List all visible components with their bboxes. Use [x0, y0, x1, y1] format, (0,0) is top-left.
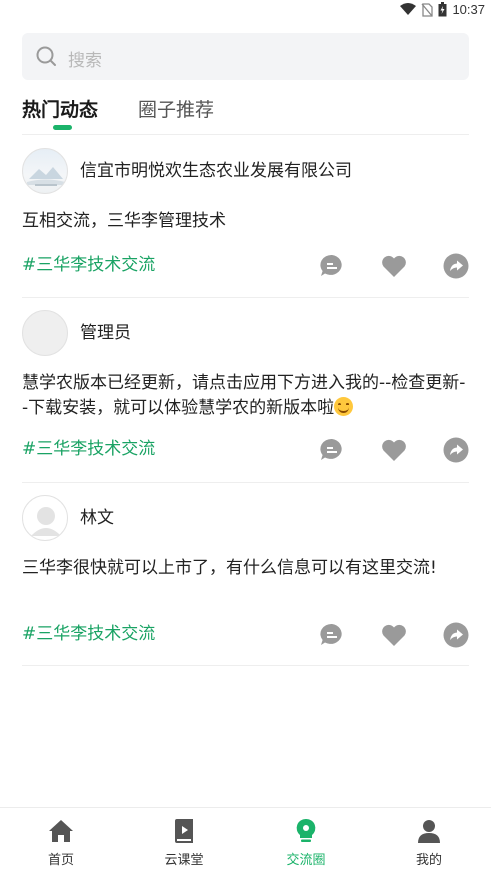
post-author[interactable]: 林文	[80, 506, 114, 530]
comment-button[interactable]	[319, 253, 345, 279]
divider	[22, 482, 469, 483]
share-button[interactable]	[443, 622, 469, 648]
nav-label: 交流圈	[286, 853, 326, 868]
comment-icon	[320, 438, 342, 460]
post-topic-tag[interactable]: #三华李技术交流	[22, 253, 155, 277]
post-actions	[319, 622, 469, 648]
heart-icon	[382, 439, 406, 461]
share-icon	[443, 253, 469, 279]
post-card[interactable]: 林文 三华李很快就可以上市了，有什么信息可以有这里交流! #三华李技术交流	[22, 494, 469, 664]
share-button[interactable]	[443, 437, 469, 463]
comment-button[interactable]	[319, 622, 345, 648]
tab-hot-posts[interactable]: 热门动态	[22, 97, 98, 123]
post-content[interactable]: 慧学农版本已经更新，请点击应用下方进入我的--检查更新--下载安装，就可以体验慧…	[22, 371, 469, 421]
book-icon	[175, 819, 193, 843]
avatar[interactable]	[22, 148, 68, 194]
status-time: 10:37	[452, 2, 485, 17]
like-button[interactable]	[381, 437, 407, 463]
home-icon	[49, 820, 73, 842]
post-author[interactable]: 管理员	[80, 321, 131, 345]
bulb-icon	[296, 818, 316, 842]
nav-label: 云课堂	[164, 853, 204, 868]
tab-bar: 热门动态 圈子推荐	[22, 97, 469, 133]
post-card[interactable]: 信宜市明悦欢生态农业发展有限公司 互相交流，三华李管理技术 #三华李技术交流	[22, 147, 469, 297]
like-button[interactable]	[381, 253, 407, 279]
nav-item-home[interactable]: 首页	[0, 808, 122, 874]
search-icon	[36, 46, 56, 66]
landscape-logo-icon	[27, 167, 65, 186]
wifi-icon	[400, 3, 417, 15]
post-actions	[319, 253, 469, 279]
post-card[interactable]: 管理员 慧学农版本已经更新，请点击应用下方进入我的--检查更新--下载安装，就可…	[22, 309, 469, 483]
search-placeholder: 搜索	[68, 51, 102, 71]
post-topic-tag[interactable]: #三华李技术交流	[22, 622, 155, 646]
avatar[interactable]	[22, 495, 68, 541]
comment-icon	[320, 623, 342, 645]
post-content[interactable]: 互相交流，三华李管理技术	[22, 209, 469, 234]
tab-circle-recommend[interactable]: 圈子推荐	[138, 97, 214, 123]
tab-indicator	[53, 125, 72, 130]
nav-label: 我的	[415, 853, 442, 868]
share-button[interactable]	[443, 253, 469, 279]
status-bar: 10:37	[0, 0, 491, 24]
post-content[interactable]: 三华李很快就可以上市了，有什么信息可以有这里交流!	[22, 556, 469, 581]
heart-icon	[382, 624, 406, 646]
default-user-icon	[31, 507, 61, 536]
post-topic-tag[interactable]: #三华李技术交流	[22, 437, 155, 461]
divider	[22, 665, 469, 666]
divider	[22, 134, 469, 135]
post-author[interactable]: 信宜市明悦欢生态农业发展有限公司	[80, 159, 352, 183]
comment-icon	[320, 254, 342, 276]
post-content-text: 慧学农版本已经更新，请点击应用下方进入我的--检查更新--下载安装，就可以体验慧…	[22, 373, 466, 418]
status-icons: 10:37	[400, 2, 485, 17]
share-icon	[443, 437, 469, 463]
battery-icon	[438, 2, 447, 17]
post-actions	[319, 437, 469, 463]
search-input[interactable]: 搜索	[22, 33, 469, 80]
comment-button[interactable]	[319, 437, 345, 463]
avatar[interactable]	[22, 310, 68, 356]
nav-label: 首页	[47, 853, 74, 868]
like-button[interactable]	[381, 622, 407, 648]
nav-item-cloud-class[interactable]: 云课堂	[123, 808, 245, 874]
share-icon	[443, 622, 469, 648]
nav-item-mine[interactable]: 我的	[368, 808, 490, 874]
heart-icon	[382, 255, 406, 277]
nav-item-community[interactable]: 交流圈	[245, 808, 367, 874]
no-sim-icon	[421, 2, 434, 17]
divider	[22, 297, 469, 298]
user-icon	[418, 820, 440, 843]
bottom-nav: 首页 云课堂 交流圈 我的	[0, 807, 491, 874]
smile-emoji-icon	[334, 397, 354, 416]
